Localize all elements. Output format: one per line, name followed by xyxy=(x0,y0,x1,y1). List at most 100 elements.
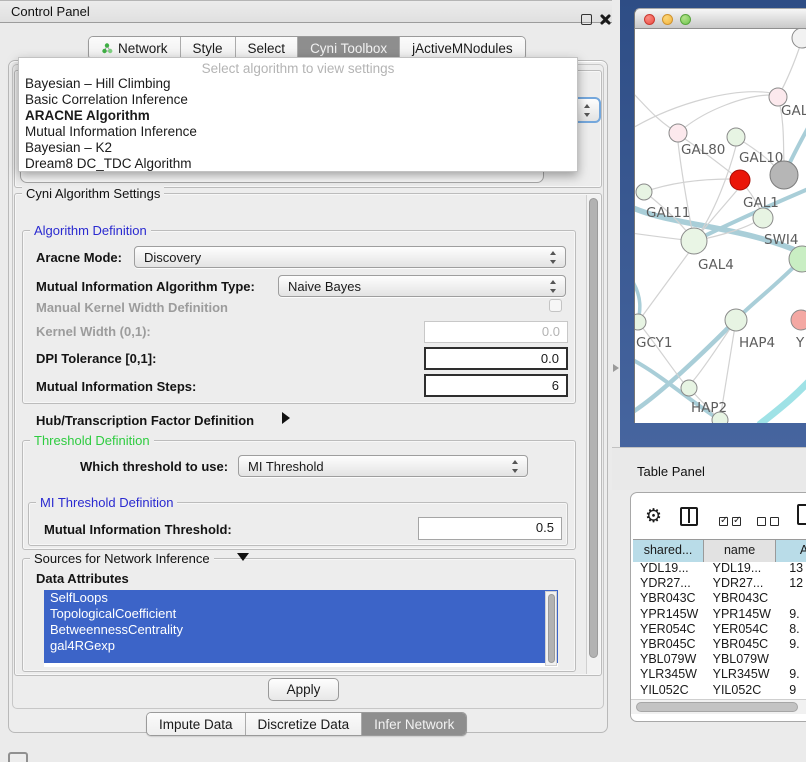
table-row[interactable]: YDL19...YDL19...13 xyxy=(633,561,806,576)
tab-jactivemnodules[interactable]: jActiveMNodules xyxy=(400,37,525,59)
mi-type-combobox[interactable]: Naive Bayes xyxy=(278,275,566,297)
network-icon xyxy=(101,42,113,54)
network-node[interactable] xyxy=(712,412,728,423)
network-window-titlebar[interactable] xyxy=(634,8,806,29)
table-row[interactable]: YER054CYER054C8. xyxy=(633,622,806,637)
manual-kernel-checkbox[interactable] xyxy=(549,299,562,312)
table-cell: 9. xyxy=(783,607,806,622)
tab-impute-data[interactable]: Impute Data xyxy=(147,713,246,735)
algorithm-option[interactable]: Mutual Information Inference xyxy=(19,124,577,140)
network-node-label: GAL80 xyxy=(681,142,725,158)
attributes-scrollbar[interactable] xyxy=(545,591,557,666)
table-row[interactable]: YBL079WYBL079W xyxy=(633,652,806,667)
application-window: Control Panel NetworkStyleSelectCyni Too… xyxy=(0,0,806,762)
dpi-tolerance-field[interactable]: 0.0 xyxy=(424,347,568,370)
float-panel-icon[interactable] xyxy=(581,14,592,25)
table-cell: YBL079W xyxy=(708,652,784,667)
table-row[interactable]: YBR045CYBR045C9. xyxy=(633,637,806,652)
attribute-item[interactable]: BetweennessCentrality xyxy=(44,622,558,638)
table-row[interactable]: YPR145WYPR145W9. xyxy=(633,607,806,622)
tab-label: Impute Data xyxy=(159,717,233,732)
attribute-item[interactable]: TopologicalCoefficient xyxy=(44,606,558,622)
column-header[interactable]: shared... xyxy=(633,540,704,562)
algorithm-option[interactable]: Bayesian – Hill Climbing xyxy=(19,76,577,92)
network-node[interactable] xyxy=(727,128,745,146)
tab-select[interactable]: Select xyxy=(236,37,299,59)
tab-network[interactable]: Network xyxy=(89,37,181,59)
show-columns-icon[interactable] xyxy=(719,514,745,529)
tab-cyni-toolbox[interactable]: Cyni Toolbox xyxy=(298,37,400,59)
hide-columns-icon[interactable] xyxy=(757,514,783,529)
tab-label: Network xyxy=(118,41,168,56)
mi-steps-field[interactable]: 6 xyxy=(424,374,568,397)
table-cell: YDL19... xyxy=(708,561,784,576)
table-hscrollbar[interactable] xyxy=(631,699,806,714)
network-node[interactable] xyxy=(730,170,750,190)
network-node[interactable] xyxy=(681,228,707,254)
gear-icon[interactable]: ⚙ xyxy=(645,505,662,527)
network-node[interactable] xyxy=(725,309,747,331)
network-node-label: GCY1 xyxy=(636,335,673,351)
table-row[interactable]: YLR345WYLR345W9. xyxy=(633,667,806,682)
table-cell: 8. xyxy=(783,622,806,637)
network-node-label: HAP4 xyxy=(739,335,775,351)
window-close-icon[interactable] xyxy=(644,14,655,25)
tab-label: Infer Network xyxy=(374,717,454,732)
network-canvas[interactable]: GALGAL80GAL10GAL1GAL11SWI4GAL4GCY1HAP4YH… xyxy=(634,29,806,423)
table-cell: YPR145W xyxy=(633,607,708,622)
algorithm-option[interactable]: Dream8 DC_TDC Algorithm xyxy=(19,156,577,172)
data-attributes-list[interactable]: SelfLoopsTopologicalCoefficientBetweenne… xyxy=(44,590,558,667)
network-node[interactable] xyxy=(770,161,798,189)
aracne-mode-combobox[interactable]: Discovery xyxy=(134,246,566,268)
settings-scrollbar[interactable] xyxy=(586,195,600,674)
mi-threshold-field[interactable]: 0.5 xyxy=(418,517,562,540)
window-zoom-icon[interactable] xyxy=(680,14,691,25)
network-node[interactable] xyxy=(791,310,806,330)
settings-scrollbar-thumb[interactable] xyxy=(589,198,598,658)
network-node[interactable] xyxy=(681,380,697,396)
panel-splitter-handle[interactable] xyxy=(613,364,619,372)
table-cell: YBR043C xyxy=(708,591,784,606)
close-panel-icon[interactable] xyxy=(599,14,610,25)
tab-discretize-data[interactable]: Discretize Data xyxy=(246,713,363,735)
attributes-scrollbar-thumb[interactable] xyxy=(548,594,555,663)
algorithm-dropdown-placeholder: Select algorithm to view settings xyxy=(19,61,577,76)
network-node[interactable] xyxy=(635,314,646,330)
table-row[interactable]: YDR27...YDR27...12 xyxy=(633,576,806,591)
network-edge[interactable] xyxy=(678,95,771,133)
apply-button[interactable]: Apply xyxy=(268,678,339,701)
network-edge[interactable] xyxy=(638,322,683,382)
new-table-icon[interactable] xyxy=(797,504,806,525)
network-node[interactable] xyxy=(792,29,806,48)
kernel-width-field[interactable]: 0.0 xyxy=(424,321,568,343)
algorithm-option[interactable]: ARACNE Algorithm xyxy=(19,108,577,124)
network-node[interactable] xyxy=(636,184,652,200)
network-edge[interactable] xyxy=(638,251,690,322)
window-minimize-icon[interactable] xyxy=(662,14,673,25)
table-body: YDL19...YDL19...13YDR27...YDR27...12YBR0… xyxy=(633,561,806,698)
algorithm-options-list: Bayesian – Hill ClimbingBasic Correlatio… xyxy=(19,76,577,172)
table-row[interactable]: YBR043CYBR043C xyxy=(633,591,806,606)
attribute-item[interactable]: SelfLoops xyxy=(44,590,558,606)
table-hscrollbar-thumb[interactable] xyxy=(636,702,798,712)
algorithm-option[interactable]: Basic Correlation Inference xyxy=(19,92,577,108)
table-panel-title: Table Panel xyxy=(637,464,705,479)
column-header[interactable]: name xyxy=(704,540,776,562)
split-columns-icon[interactable] xyxy=(680,507,698,526)
collapse-down-icon[interactable] xyxy=(237,553,249,561)
dock-panel-icon[interactable] xyxy=(8,752,28,762)
table-cell: YIL052C xyxy=(633,683,708,698)
tab-style[interactable]: Style xyxy=(181,37,236,59)
network-edge[interactable] xyxy=(759,377,806,423)
column-header[interactable]: A xyxy=(776,540,806,562)
table-cell: YDR27... xyxy=(633,576,708,591)
algorithm-option[interactable]: Bayesian – K2 xyxy=(19,140,577,156)
which-threshold-combobox[interactable]: MI Threshold xyxy=(238,455,528,477)
network-node[interactable] xyxy=(669,124,687,142)
network-node[interactable] xyxy=(753,208,773,228)
attribute-item[interactable]: gal4RGexp xyxy=(44,638,558,654)
table-row[interactable]: YIL052CYIL052C9 xyxy=(633,683,806,698)
network-edge[interactable] xyxy=(644,179,731,192)
tab-infer-network[interactable]: Infer Network xyxy=(362,713,466,735)
expand-right-icon[interactable] xyxy=(282,412,290,424)
